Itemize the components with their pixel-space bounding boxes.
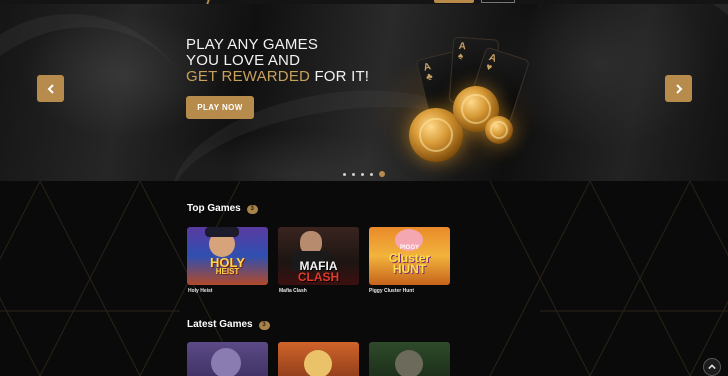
holy-heist-logo: HOLY HEIST (210, 255, 245, 276)
latest-game-tile[interactable] (278, 342, 359, 376)
game-title[interactable]: Piggy Cluster Hunt (369, 288, 414, 294)
slide-dot[interactable] (361, 172, 364, 176)
game-title[interactable]: Mafia Clash (279, 288, 307, 294)
next-slide-button[interactable] (665, 75, 692, 102)
slide-dot[interactable] (370, 172, 373, 176)
latest-games-heading: Latest Games 3 (187, 319, 270, 330)
mafia-clash-logo: MAFIA CLASH (297, 259, 340, 284)
diamond-pattern-background (0, 181, 728, 376)
chevron-up-icon (708, 364, 716, 370)
hero-line-2: YOU LOVE AND (186, 52, 301, 69)
game-tile-mafia-clash[interactable]: MAFIA CLASH (278, 227, 359, 285)
hero-line-3: GET REWARDED FOR IT! (186, 69, 369, 85)
header-gold-button[interactable] (434, 0, 474, 3)
header-outline-button[interactable] (481, 0, 515, 3)
games-content: Top Games 3 HOLY HEIST Holy Heist MAFIA C… (0, 181, 728, 376)
hero-cards-illustration: A ♣ A ♠ A ♥ (405, 26, 531, 176)
chevron-left-icon (47, 83, 54, 94)
character-art (304, 350, 332, 376)
game-title[interactable]: Holy Heist (188, 288, 212, 294)
latest-games-title: Latest Games (187, 319, 253, 330)
latest-game-tile[interactable] (369, 342, 450, 376)
top-games-count-badge: 3 (246, 205, 258, 214)
hero-banner: PLAY ANY GAMES YOU LOVE AND GET REWARDED… (0, 4, 728, 181)
top-games-title: Top Games (187, 203, 241, 214)
prev-slide-button[interactable] (37, 75, 64, 102)
game-tile-piggy-cluster-hunt[interactable]: PIGGY Cluster HUNT (369, 227, 450, 285)
character-art (395, 350, 423, 376)
slide-dot-active[interactable] (379, 171, 385, 177)
hero-headline: PLAY ANY GAMES YOU LOVE AND GET REWARDED… (186, 37, 369, 85)
piggy-cluster-hunt-logo: Cluster HUNT (388, 251, 431, 276)
slide-indicators (343, 171, 391, 177)
scroll-to-top-button[interactable] (703, 358, 721, 376)
hero-line-1: PLAY ANY GAMES (186, 36, 319, 53)
character-hat (205, 227, 239, 237)
hero-gold-text: GET REWARDED (186, 68, 311, 85)
game-tile-holy-heist[interactable]: HOLY HEIST (187, 227, 268, 285)
slide-dot[interactable] (352, 172, 355, 176)
play-now-button[interactable]: PLAY NOW (186, 96, 254, 119)
latest-game-tile[interactable] (187, 342, 268, 376)
top-games-heading: Top Games 3 (187, 203, 258, 214)
latest-games-count-badge: 3 (258, 321, 270, 330)
chevron-right-icon (675, 83, 682, 94)
gold-chip (485, 116, 513, 144)
hero-line-3-rest: FOR IT! (310, 68, 370, 85)
slide-dot[interactable] (343, 172, 346, 176)
character-art (211, 348, 241, 376)
